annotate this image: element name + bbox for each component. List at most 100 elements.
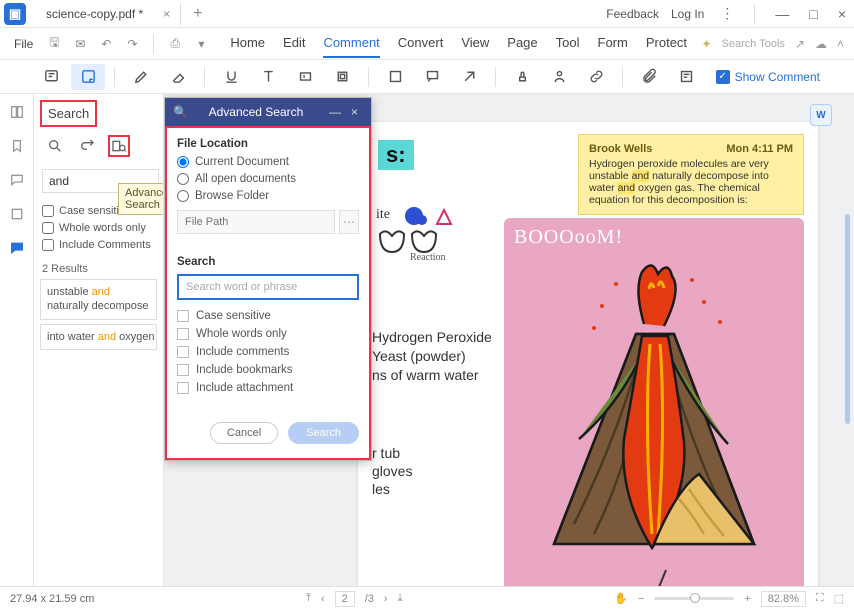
comments-list-tool[interactable] xyxy=(669,64,703,90)
text-tool[interactable] xyxy=(251,64,285,90)
underline-tool[interactable] xyxy=(214,64,248,90)
minimize-dialog-button[interactable]: — xyxy=(324,105,346,119)
zoom-out-button[interactable]: − xyxy=(638,593,644,605)
advanced-search-input[interactable] xyxy=(177,274,359,300)
app-icon: ▣ xyxy=(4,3,26,25)
wand-icon[interactable]: ✦ xyxy=(701,37,711,51)
adv-include-attachment[interactable]: Include attachment xyxy=(177,382,359,394)
page-heading: s: xyxy=(378,140,414,170)
browse-button[interactable]: ⋯ xyxy=(339,210,359,234)
attachments-panel-button[interactable] xyxy=(5,202,29,226)
tab-view[interactable]: View xyxy=(461,29,489,58)
replace-icon[interactable] xyxy=(76,135,98,157)
link-tool[interactable] xyxy=(579,64,613,90)
tab-form[interactable]: Form xyxy=(598,29,628,58)
all-open-docs-radio[interactable]: All open documents xyxy=(177,173,359,185)
tab-protect[interactable]: Protect xyxy=(646,29,687,58)
cloud-icon[interactable]: ☁ xyxy=(815,37,827,51)
mail-icon[interactable]: ✉ xyxy=(71,35,89,53)
advanced-search-dialog: 🔍 Advanced Search — × File Location Curr… xyxy=(164,97,372,461)
measure-tool[interactable] xyxy=(452,64,486,90)
tab-tool[interactable]: Tool xyxy=(556,29,580,58)
hand-tool-icon[interactable]: ✋ xyxy=(614,592,628,605)
new-tab-button[interactable]: + xyxy=(193,5,202,23)
more-icon[interactable]: ⋮ xyxy=(716,5,738,22)
chevron-up-icon[interactable]: ˄ xyxy=(837,37,844,51)
highlighter-tool[interactable] xyxy=(124,64,158,90)
volcano-illustration: BOOOooM! xyxy=(504,218,804,586)
feedback-link[interactable]: Feedback xyxy=(606,7,659,21)
browse-folder-radio[interactable]: Browse Folder xyxy=(177,190,359,202)
fullscreen-button[interactable]: ⬚ xyxy=(834,592,844,605)
comments-panel-button[interactable] xyxy=(5,168,29,192)
adv-include-comments[interactable]: Include comments xyxy=(177,346,359,358)
redo-icon[interactable]: ↷ xyxy=(123,35,141,53)
adv-case-sensitive[interactable]: Case sensitive xyxy=(177,310,359,322)
textbox-tool[interactable] xyxy=(288,64,322,90)
document-tab[interactable]: science-copy.pdf * × xyxy=(36,3,181,25)
zoom-slider[interactable] xyxy=(654,597,734,600)
search-result[interactable]: unstable and naturally decompose xyxy=(40,279,157,320)
zoom-in-button[interactable]: + xyxy=(744,593,750,605)
last-page-button[interactable]: ⤓ xyxy=(398,592,403,605)
reaction-label: Reaction xyxy=(410,252,446,262)
tab-page[interactable]: Page xyxy=(507,29,537,58)
close-window-button[interactable]: × xyxy=(834,6,850,22)
search-tools-field[interactable]: Search Tools xyxy=(722,38,785,50)
prev-page-button[interactable]: ‹ xyxy=(321,593,325,605)
comment-annotation[interactable]: Brook Wells Mon 4:11 PM Hydrogen peroxid… xyxy=(578,134,804,215)
ingredients-text: Hydrogen Peroxide Yeast (powder) ns of w… xyxy=(372,328,492,386)
signature-tool[interactable] xyxy=(542,64,576,90)
login-link[interactable]: Log In xyxy=(671,7,704,21)
close-tab-icon[interactable]: × xyxy=(163,7,170,21)
document-filename: science-copy.pdf * xyxy=(46,7,143,21)
whole-words-option[interactable]: Whole words only xyxy=(42,222,155,234)
attachment-tool[interactable] xyxy=(632,64,666,90)
search-panel-button[interactable] xyxy=(5,236,29,260)
search-button[interactable]: Search xyxy=(288,422,359,444)
basic-search-icon[interactable] xyxy=(44,135,66,157)
dropdown-icon[interactable]: ▾ xyxy=(192,35,210,53)
maximize-button[interactable]: □ xyxy=(805,6,821,22)
note-tool[interactable] xyxy=(34,64,68,90)
dialog-titlebar[interactable]: 🔍 Advanced Search — × xyxy=(165,98,371,126)
close-dialog-button[interactable]: × xyxy=(346,105,363,119)
undo-icon[interactable]: ↶ xyxy=(97,35,115,53)
advanced-search-tooltip: Advanced Search xyxy=(118,183,164,215)
area-highlight-tool[interactable] xyxy=(325,64,359,90)
page-number-input[interactable]: 2 xyxy=(335,591,355,607)
minimize-button[interactable]: — xyxy=(771,6,793,22)
sticky-note-tool[interactable] xyxy=(71,64,105,90)
thumbnails-panel-button[interactable] xyxy=(5,100,29,124)
tab-convert[interactable]: Convert xyxy=(398,29,444,58)
bookmarks-panel-button[interactable] xyxy=(5,134,29,158)
shape-tool[interactable] xyxy=(378,64,412,90)
eraser-tool[interactable] xyxy=(161,64,195,90)
fit-width-button[interactable]: ⛶ xyxy=(816,592,824,605)
save-icon[interactable]: 🖫 xyxy=(45,35,63,53)
checkbox-checked-icon: ✓ xyxy=(716,70,730,84)
print-icon[interactable]: ⎙ xyxy=(166,35,184,53)
tab-edit[interactable]: Edit xyxy=(283,29,305,58)
tab-comment[interactable]: Comment xyxy=(323,29,379,58)
search-result[interactable]: into water and oxygen ga xyxy=(40,324,157,350)
tab-home[interactable]: Home xyxy=(230,29,265,58)
next-page-button[interactable]: › xyxy=(384,593,388,605)
stamp-tool[interactable] xyxy=(505,64,539,90)
adv-include-bookmarks[interactable]: Include bookmarks xyxy=(177,364,359,376)
file-location-label: File Location xyxy=(177,138,359,150)
word-badge[interactable]: W xyxy=(810,104,832,126)
callout-tool[interactable] xyxy=(415,64,449,90)
file-path-input[interactable] xyxy=(177,210,335,234)
adv-whole-words[interactable]: Whole words only xyxy=(177,328,359,340)
first-page-button[interactable]: ⤒ xyxy=(306,592,311,605)
include-comments-option[interactable]: Include Comments xyxy=(42,239,155,251)
advanced-search-icon[interactable] xyxy=(108,135,130,157)
file-menu[interactable]: File xyxy=(10,37,37,51)
scrollbar[interactable] xyxy=(845,214,850,424)
zoom-level[interactable]: 82.8% xyxy=(761,591,806,607)
current-document-radio[interactable]: Current Document xyxy=(177,156,359,168)
cancel-button[interactable]: Cancel xyxy=(210,422,278,444)
show-comment-toggle[interactable]: ✓ Show Comment xyxy=(716,70,820,84)
share-icon[interactable]: ↗ xyxy=(795,37,805,51)
